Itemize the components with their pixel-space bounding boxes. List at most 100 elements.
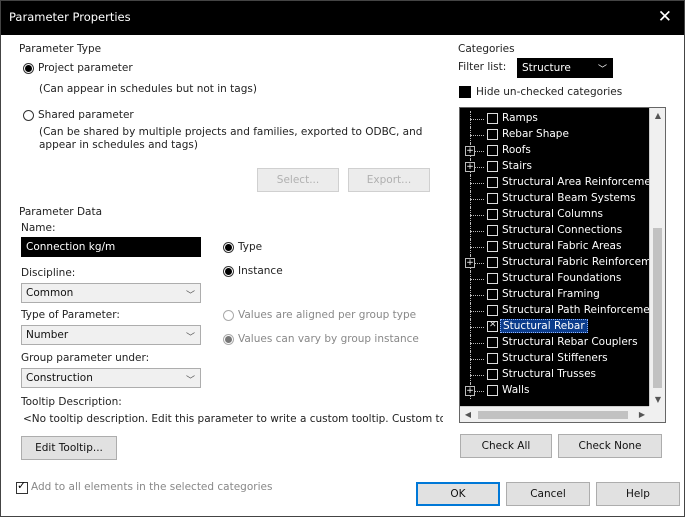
chevron-down-icon: ﹀ xyxy=(185,376,195,386)
type-of-parameter-select[interactable]: Number ﹀ xyxy=(21,325,201,345)
project-parameter-radio[interactable] xyxy=(23,63,34,74)
tooltip-description: <No tooltip description. Edit this param… xyxy=(23,413,443,425)
values-vary-label: Values can vary by group instance xyxy=(238,333,419,345)
scroll-right-icon[interactable]: ▶ xyxy=(634,407,650,422)
group-parameter-label: Group parameter under: xyxy=(21,352,150,364)
chevron-down-icon: ﹀ xyxy=(597,65,607,75)
scroll-left-icon[interactable]: ◀ xyxy=(460,407,476,422)
expand-icon[interactable]: + xyxy=(465,146,475,156)
category-tree-item[interactable]: Structural Framing xyxy=(460,287,650,303)
category-tree-item[interactable]: + Structural Fabric Reinforcement xyxy=(460,255,665,271)
category-tree-item[interactable]: Structural Columns xyxy=(460,207,650,223)
filter-list-select[interactable]: Structure ﹀ xyxy=(517,58,613,78)
category-checkbox[interactable] xyxy=(487,177,498,188)
check-none-button[interactable]: Check None xyxy=(558,434,662,458)
category-checkbox[interactable] xyxy=(487,273,498,284)
category-tree-item[interactable]: Structural Fabric Areas xyxy=(460,239,650,255)
category-tree-item[interactable]: + Stairs xyxy=(460,159,650,175)
tree-connector xyxy=(470,375,484,376)
help-button[interactable]: Help xyxy=(596,482,680,506)
category-tree-item[interactable]: Ramps xyxy=(460,111,650,127)
category-label: Stuctural Rebar xyxy=(500,319,588,333)
check-all-button[interactable]: Check All xyxy=(460,434,552,458)
categories-horizontal-scrollbar[interactable]: ◀ ▶ xyxy=(460,406,650,422)
category-label: Stairs xyxy=(502,160,532,172)
categories-vertical-scrollbar[interactable]: ▲ ▼ xyxy=(649,108,665,408)
category-tree-item[interactable]: Structural Stiffeners xyxy=(460,351,650,367)
category-tree-item[interactable]: Structural Foundations xyxy=(460,271,650,287)
tree-connector xyxy=(470,231,484,232)
shared-parameter-note-line-2: appear in schedules and tags) xyxy=(39,139,198,151)
type-radio[interactable] xyxy=(223,242,234,253)
category-label: Walls xyxy=(502,384,530,396)
scroll-thumb[interactable] xyxy=(653,228,662,388)
parameter-properties-dialog: Parameter Properties ✕ Parameter Type Pr… xyxy=(0,0,685,517)
discipline-label: Discipline: xyxy=(21,267,76,279)
category-label: Ramps xyxy=(502,112,538,124)
category-checkbox[interactable] xyxy=(487,209,498,220)
category-label: Structural Stiffeners xyxy=(502,352,608,364)
category-checkbox[interactable] xyxy=(487,257,498,268)
category-tree-item[interactable]: + Walls xyxy=(460,383,650,399)
scroll-thumb[interactable] xyxy=(478,411,628,419)
category-label: Structural Path Reinforcement xyxy=(502,304,661,316)
project-parameter-label: Project parameter xyxy=(38,62,133,74)
category-checkbox[interactable] xyxy=(487,305,498,316)
category-checkbox[interactable] xyxy=(487,225,498,236)
category-checkbox[interactable] xyxy=(487,113,498,124)
category-tree-item[interactable]: Rebar Shape xyxy=(460,127,650,143)
ok-button[interactable]: OK xyxy=(416,482,500,506)
category-label: Structural Framing xyxy=(502,288,600,300)
expand-icon[interactable]: + xyxy=(465,386,475,396)
edit-tooltip-button[interactable]: Edit Tooltip... xyxy=(21,436,117,460)
discipline-value: Common xyxy=(26,287,74,299)
category-tree-item[interactable]: Structural Area Reinforcement xyxy=(460,175,662,191)
category-checkbox[interactable] xyxy=(487,337,498,348)
category-checkbox[interactable] xyxy=(487,320,498,332)
tree-connector xyxy=(470,183,484,184)
category-tree-item[interactable]: Structural Beam Systems xyxy=(460,191,650,207)
values-vary-radio[interactable] xyxy=(223,334,234,345)
dialog-title: Parameter Properties xyxy=(9,10,131,24)
shared-parameter-label: Shared parameter xyxy=(38,109,134,121)
category-tree-item[interactable]: Structural Rebar Couplers xyxy=(460,335,650,351)
instance-radio[interactable] xyxy=(223,266,234,277)
hide-unchecked-checkbox[interactable] xyxy=(459,86,471,98)
discipline-select[interactable]: Common ﹀ xyxy=(21,283,201,303)
category-checkbox[interactable] xyxy=(487,289,498,300)
tree-connector xyxy=(470,295,484,296)
category-checkbox[interactable] xyxy=(487,369,498,380)
category-checkbox[interactable] xyxy=(487,353,498,364)
expand-icon[interactable]: + xyxy=(465,162,475,172)
categories-tree[interactable]: Ramps Rebar Shape + Roofs + Stairs Structural … xyxy=(459,107,666,423)
category-label: Structural Area Reinforcement xyxy=(502,176,662,188)
category-checkbox[interactable] xyxy=(487,161,498,172)
category-checkbox[interactable] xyxy=(487,193,498,204)
shared-parameter-radio[interactable] xyxy=(23,110,34,121)
group-parameter-select[interactable]: Construction ﹀ xyxy=(21,368,201,388)
select-button[interactable]: Select... xyxy=(257,168,339,192)
close-icon[interactable]: ✕ xyxy=(658,7,672,27)
export-button[interactable]: Export... xyxy=(348,168,430,192)
filter-list-label: Filter list: xyxy=(458,61,507,73)
values-aligned-radio[interactable] xyxy=(223,310,234,321)
category-tree-item[interactable]: Structural Path Reinforcement xyxy=(460,303,660,319)
category-label: Structural Beam Systems xyxy=(502,192,636,204)
category-tree-item[interactable]: + Roofs xyxy=(460,143,650,159)
tree-connector xyxy=(470,279,484,280)
category-label: Structural Foundations xyxy=(502,272,622,284)
cancel-button[interactable]: Cancel xyxy=(506,482,590,506)
category-tree-item[interactable]: Structural Connections xyxy=(460,223,650,239)
category-label: Rebar Shape xyxy=(502,128,569,140)
category-tree-item[interactable]: Stuctural Rebar xyxy=(460,319,650,335)
category-checkbox[interactable] xyxy=(487,129,498,140)
expand-icon[interactable]: + xyxy=(465,258,475,268)
tree-connector xyxy=(470,359,484,360)
category-checkbox[interactable] xyxy=(487,241,498,252)
name-input[interactable]: Connection kg/m xyxy=(21,237,201,257)
category-checkbox[interactable] xyxy=(487,385,498,396)
scroll-up-icon[interactable]: ▲ xyxy=(650,108,665,124)
category-checkbox[interactable] xyxy=(487,145,498,156)
title-bar: Parameter Properties ✕ xyxy=(1,1,684,35)
category-tree-item[interactable]: Structural Trusses xyxy=(460,367,650,383)
